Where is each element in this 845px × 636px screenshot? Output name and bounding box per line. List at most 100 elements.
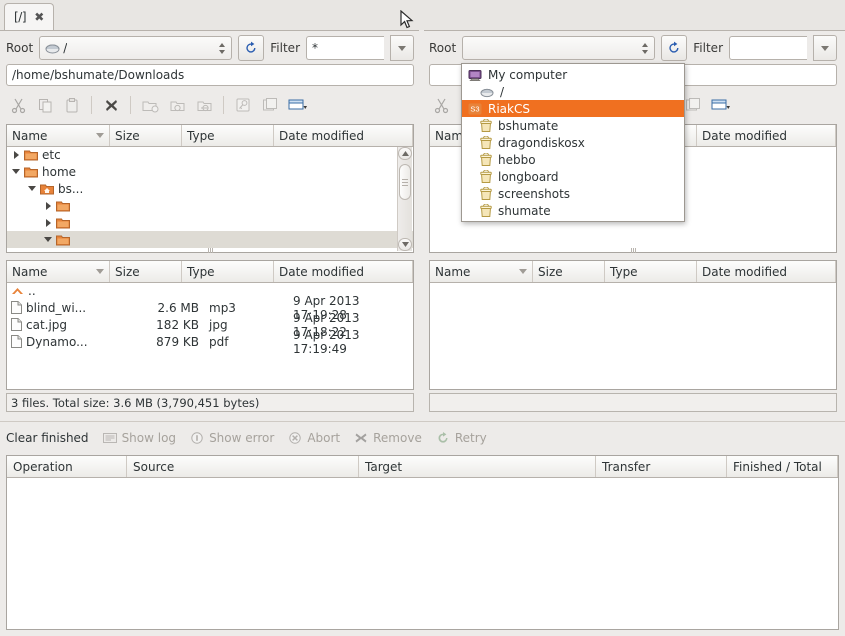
file-icon: [11, 318, 22, 331]
left-filter-input[interactable]: *: [306, 36, 384, 60]
dropdown-item-bshumate[interactable]: bshumate: [462, 117, 684, 134]
column-header-type[interactable]: Type: [182, 261, 274, 282]
expander-open-icon[interactable]: [43, 231, 53, 248]
dropdown-item-riakcs[interactable]: S3RiakCS: [462, 100, 684, 117]
queue-show-log-button[interactable]: Show log: [103, 431, 177, 445]
column-header-name[interactable]: Name: [430, 261, 533, 282]
dropdown-item-label: dragondiskosx: [498, 136, 585, 150]
view-mode-icon[interactable]: [285, 93, 309, 117]
left-list-rows[interactable]: ..blind_wi...2.6 MBmp39 Apr 2013 17:19:2…: [7, 282, 413, 389]
cut-icon[interactable]: [6, 93, 30, 117]
lock-folder-icon[interactable]: [165, 93, 189, 117]
column-header-date[interactable]: Date modified: [697, 261, 836, 282]
right-refresh-button[interactable]: [661, 35, 687, 61]
tab-bar: [/] ✖: [0, 0, 845, 31]
view-mode-icon[interactable]: [708, 93, 732, 117]
horizontal-splitter-grip[interactable]: [203, 247, 217, 253]
column-header-size[interactable]: Size: [110, 125, 182, 146]
list-item-type: jpg: [207, 318, 293, 332]
dropdown-item-label: hebbo: [498, 153, 536, 167]
dropdown-item-hebbo[interactable]: hebbo: [462, 151, 684, 168]
queue-action-label: Retry: [455, 431, 487, 445]
list-item-name: Dynamo...: [26, 335, 88, 349]
delete-icon[interactable]: [99, 93, 123, 117]
column-header-name[interactable]: Name: [7, 125, 110, 146]
copy-icon[interactable]: [33, 93, 57, 117]
tree-row[interactable]: home: [7, 163, 413, 180]
paste-icon[interactable]: [60, 93, 84, 117]
key-icon[interactable]: [231, 93, 255, 117]
right-list-rows[interactable]: [430, 282, 836, 389]
horizontal-splitter-grip[interactable]: [626, 247, 640, 253]
cut-icon[interactable]: [429, 93, 453, 117]
expander-closed-icon[interactable]: [11, 146, 21, 163]
column-header-operation[interactable]: Operation: [7, 456, 127, 477]
close-icon[interactable]: ✖: [34, 11, 44, 23]
scroll-up-icon[interactable]: [398, 147, 412, 160]
dropdown-item-label: longboard: [498, 170, 559, 184]
expander-closed-icon[interactable]: [43, 214, 53, 231]
column-header-size[interactable]: Size: [110, 261, 182, 282]
unlock-folder-icon[interactable]: [192, 93, 216, 117]
right-root-spinner[interactable]: [638, 37, 652, 59]
left-root-row: Root / Filter *: [6, 35, 414, 61]
right-file-list[interactable]: Name Size Type Date modified: [429, 260, 837, 390]
queue-abort-button[interactable]: Abort: [288, 431, 340, 445]
column-header-date[interactable]: Date modified: [274, 261, 413, 282]
left-path-input[interactable]: /home/bshumate/Downloads: [6, 64, 414, 86]
column-header-date[interactable]: Date modified: [274, 125, 413, 146]
dropdown-item-screenshots[interactable]: screenshots: [462, 185, 684, 202]
tab-root[interactable]: [/] ✖: [4, 3, 54, 30]
expander-closed-icon[interactable]: [59, 248, 69, 252]
list-item-label: ..: [28, 284, 36, 298]
root-dropdown-menu[interactable]: My computer/S3RiakCSbshumate dragondiskos…: [461, 63, 685, 222]
sort-indicator-icon: [96, 133, 104, 138]
left-refresh-button[interactable]: [238, 35, 264, 61]
expander-closed-icon[interactable]: [43, 197, 53, 214]
column-header-size[interactable]: Size: [533, 261, 605, 282]
queue-remove-button[interactable]: Remove: [354, 431, 422, 445]
queue-show-error-button[interactable]: Show error: [190, 431, 274, 445]
column-header-finished-total[interactable]: Finished / Total: [727, 456, 838, 477]
dropdown-item--[interactable]: /: [462, 83, 684, 100]
dropdown-item-my-computer[interactable]: My computer: [462, 66, 684, 83]
queue-retry-button[interactable]: Retry: [436, 431, 487, 445]
scrollbar-thumb[interactable]: [399, 164, 411, 200]
properties-icon[interactable]: [258, 93, 282, 117]
column-header-date[interactable]: Date modified: [697, 125, 836, 146]
left-tree-scrollbar[interactable]: [397, 147, 412, 251]
left-filter-dropdown-button[interactable]: [390, 35, 414, 61]
right-root-combo[interactable]: [462, 36, 655, 60]
right-filter-input[interactable]: [729, 36, 807, 60]
left-tree-rows[interactable]: etchomebs...: [7, 146, 413, 252]
tree-row[interactable]: etc: [7, 146, 413, 163]
tree-row[interactable]: bs...: [7, 180, 413, 197]
left-root-spinner[interactable]: [215, 37, 229, 59]
new-folder-icon[interactable]: [138, 93, 162, 117]
tree-row[interactable]: [7, 231, 413, 248]
column-header-target[interactable]: Target: [359, 456, 596, 477]
column-header-source[interactable]: Source: [127, 456, 359, 477]
scroll-down-icon[interactable]: [398, 238, 412, 251]
expander-open-icon[interactable]: [11, 163, 21, 180]
tree-row[interactable]: [7, 197, 413, 214]
dropdown-item-shumate[interactable]: shumate: [462, 202, 684, 219]
queue-table[interactable]: Operation Source Target Transfer Finishe…: [6, 455, 839, 630]
column-header-name[interactable]: Name: [7, 261, 110, 282]
left-file-list[interactable]: Name Size Type Date modified ..blind_wi.…: [6, 260, 414, 390]
bucket-icon: [480, 153, 492, 166]
queue-clear-finished-button[interactable]: Clear finished: [6, 431, 89, 445]
column-header-type[interactable]: Type: [182, 125, 274, 146]
left-root-combo[interactable]: /: [39, 36, 232, 60]
expander-open-icon[interactable]: [27, 180, 37, 197]
left-tree-view[interactable]: Name Size Type Date modified etchomebs..…: [6, 124, 414, 253]
column-header-transfer[interactable]: Transfer: [596, 456, 727, 477]
dropdown-item-dragondiskosx[interactable]: dragondiskosx: [462, 134, 684, 151]
right-filter-dropdown-button[interactable]: [813, 35, 837, 61]
column-header-type[interactable]: Type: [605, 261, 697, 282]
tree-row[interactable]: [7, 214, 413, 231]
queue-rows[interactable]: [7, 477, 838, 629]
log-icon: [103, 432, 117, 444]
list-item[interactable]: Dynamo...879 KBpdf9 Apr 2013 17:19:49: [7, 333, 413, 350]
dropdown-item-longboard[interactable]: longboard: [462, 168, 684, 185]
